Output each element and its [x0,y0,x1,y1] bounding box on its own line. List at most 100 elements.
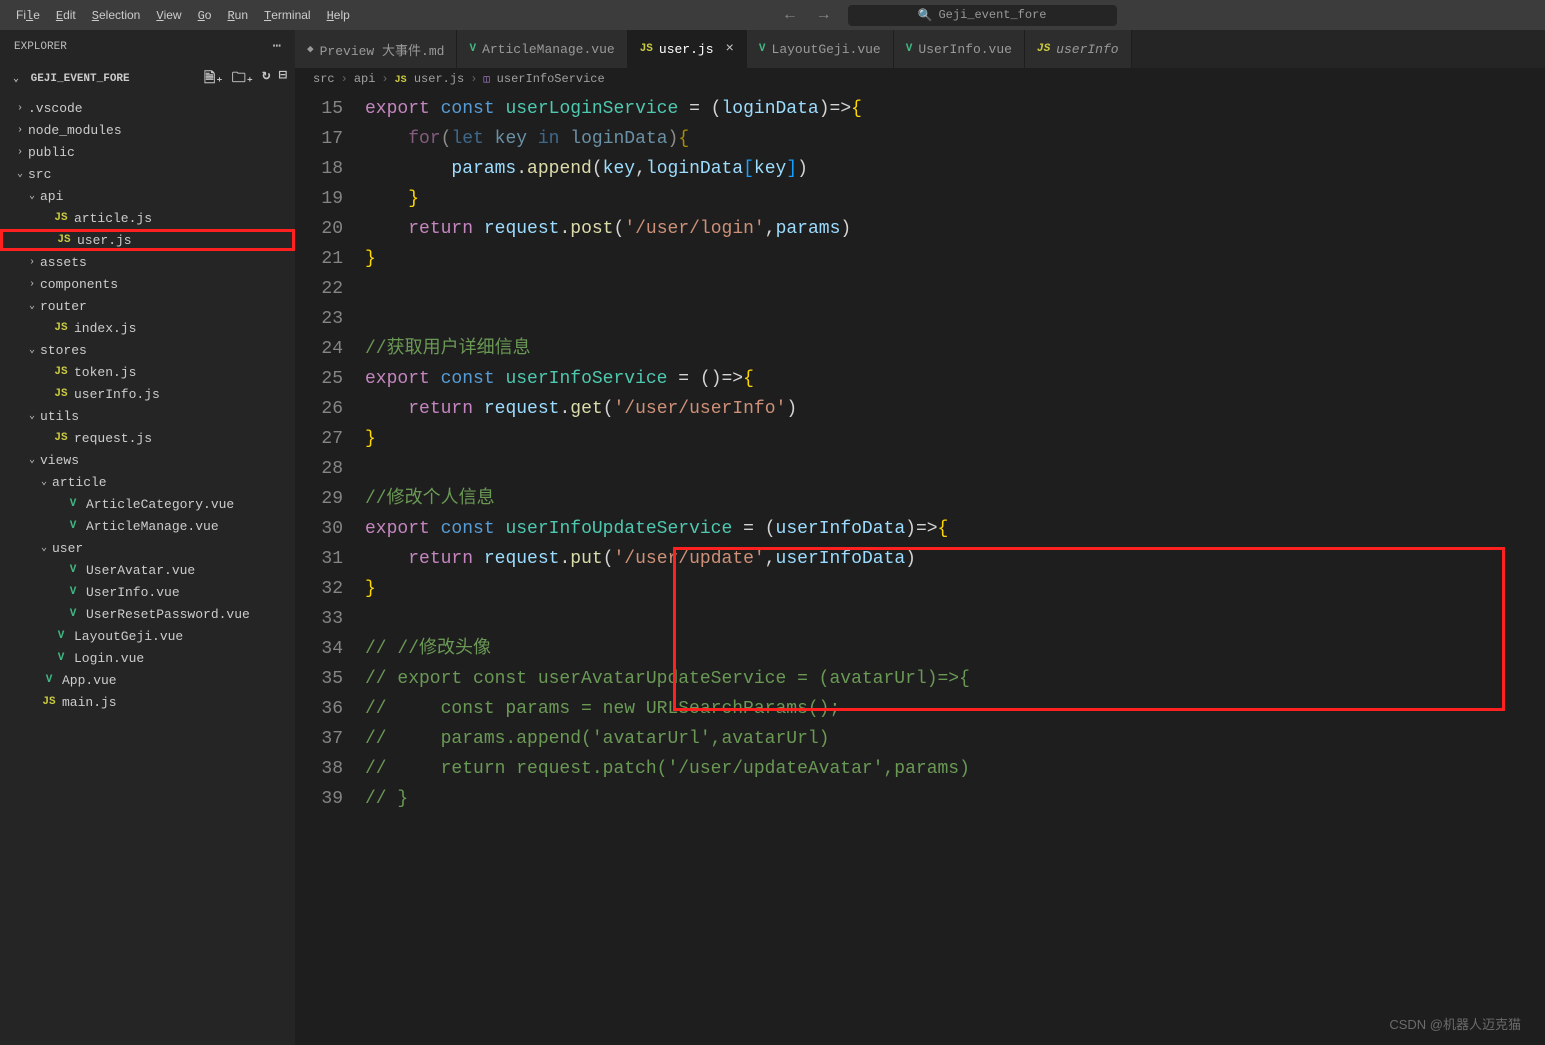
tab-preview-大事件-md[interactable]: ◆Preview 大事件.md [295,30,457,68]
refresh-icon[interactable]: ↻ [262,67,270,91]
tree-item-api[interactable]: ⌄api [0,185,295,207]
tab-layoutgeji-vue[interactable]: VLayoutGeji.vue [747,30,894,68]
tree-item--vscode[interactable]: ›.vscode [0,97,295,119]
code-line[interactable]: 19 } [295,184,1545,214]
tab-label: UserInfo.vue [918,42,1012,57]
line-number: 31 [295,544,365,574]
code-line[interactable]: 20 return request.post('/user/login',par… [295,214,1545,244]
tree-item-assets[interactable]: ›assets [0,251,295,273]
code-line[interactable]: 15export const userLoginService = (login… [295,94,1545,124]
editor-tabs: ◆Preview 大事件.mdVArticleManage.vueJSuser.… [295,30,1545,68]
tree-item-components[interactable]: ›components [0,273,295,295]
tab-label: userInfo [1056,42,1118,57]
tab-articlemanage-vue[interactable]: VArticleManage.vue [457,30,627,68]
tree-item-useravatar-vue[interactable]: VUserAvatar.vue [0,559,295,581]
vue-icon: V [469,43,476,55]
menu-go[interactable]: Go [190,4,220,27]
menu-view[interactable]: View [148,4,189,27]
chevron-icon: ⌄ [36,476,52,488]
tree-item-main-js[interactable]: JSmain.js [0,691,295,713]
tree-item-stores[interactable]: ⌄stores [0,339,295,361]
code-editor[interactable]: 15export const userLoginService = (login… [295,90,1545,1045]
tree-item-user-js[interactable]: JSuser.js [0,229,295,251]
menubar: FileEditSelectionViewGoRunTerminalHelp ←… [0,0,1545,30]
tree-item-articlecategory-vue[interactable]: VArticleCategory.vue [0,493,295,515]
explorer-more-icon[interactable]: ⋯ [273,38,281,55]
tree-item-userresetpassword-vue[interactable]: VUserResetPassword.vue [0,603,295,625]
code-line[interactable]: 28 [295,454,1545,484]
tree-item-userinfo-vue[interactable]: VUserInfo.vue [0,581,295,603]
new-file-icon[interactable]: 🗎₊ [204,67,224,91]
project-header[interactable]: ⌄ GEJI_EVENT_FORE 🗎₊ 🗀₊ ↻ ⊟ [0,63,295,95]
tab-user-js[interactable]: JSuser.js× [628,30,747,68]
tree-label: assets [40,255,87,270]
code-line[interactable]: 17 for(let key in loginData){ [295,124,1545,154]
tree-item-node_modules[interactable]: ›node_modules [0,119,295,141]
code-line[interactable]: 18 params.append(key,loginData[key]) [295,154,1545,184]
menu-run[interactable]: Run [219,4,256,27]
tree-item-login-vue[interactable]: VLogin.vue [0,647,295,669]
tree-item-token-js[interactable]: JStoken.js [0,361,295,383]
collapse-icon[interactable]: ⊟ [279,67,287,91]
code-line[interactable]: 38// return request.patch('/user/updateA… [295,754,1545,784]
new-folder-icon[interactable]: 🗀₊ [232,67,254,91]
close-icon[interactable]: × [726,41,734,57]
tree-item-layoutgeji-vue[interactable]: VLayoutGeji.vue [0,625,295,647]
tree-item-views[interactable]: ⌄views [0,449,295,471]
tree-item-userinfo-js[interactable]: JSuserInfo.js [0,383,295,405]
code-line[interactable]: 25export const userInfoService = ()=>{ [295,364,1545,394]
tab-userinfo-vue[interactable]: VUserInfo.vue [894,30,1025,68]
breadcrumb-part[interactable]: api [354,72,376,86]
breadcrumb-part[interactable]: ◫ userInfoService [483,72,604,86]
breadcrumb-part[interactable]: JS user.js [395,72,465,86]
code-line[interactable]: 36// const params = new URLSearchParams(… [295,694,1545,724]
search-icon: 🔍 [918,8,933,23]
tree-item-public[interactable]: ›public [0,141,295,163]
nav-forward-icon[interactable]: → [813,4,835,26]
code-line[interactable]: 37// params.append('avatarUrl',avatarUrl… [295,724,1545,754]
code-line[interactable]: 31 return request.put('/user/update',use… [295,544,1545,574]
line-number: 23 [295,304,365,334]
nav-back-icon[interactable]: ← [779,4,801,26]
code-line[interactable]: 32} [295,574,1545,604]
line-number: 34 [295,634,365,664]
code-line[interactable]: 35// export const userAvatarUpdateServic… [295,664,1545,694]
tree-item-user[interactable]: ⌄user [0,537,295,559]
tree-item-articlemanage-vue[interactable]: VArticleManage.vue [0,515,295,537]
code-line[interactable]: 39// } [295,784,1545,814]
menu-help[interactable]: Help [319,4,358,27]
tree-item-router[interactable]: ⌄router [0,295,295,317]
line-number: 39 [295,784,365,814]
code-line[interactable]: 33 [295,604,1545,634]
code-text: export const userInfoService = ()=>{ [365,364,1545,394]
vue-icon: V [64,608,82,620]
code-line[interactable]: 30export const userInfoUpdateService = (… [295,514,1545,544]
tree-item-src[interactable]: ⌄src [0,163,295,185]
tree-item-index-js[interactable]: JSindex.js [0,317,295,339]
breadcrumbs[interactable]: src›api›JS user.js›◫ userInfoService [295,68,1545,90]
code-line[interactable]: 26 return request.get('/user/userInfo') [295,394,1545,424]
tree-item-request-js[interactable]: JSrequest.js [0,427,295,449]
tree-item-article[interactable]: ⌄article [0,471,295,493]
code-line[interactable]: 23 [295,304,1545,334]
code-line[interactable]: 27} [295,424,1545,454]
tree-item-article-js[interactable]: JSarticle.js [0,207,295,229]
menu-file[interactable]: File [8,4,48,27]
menu-edit[interactable]: Edit [48,4,84,27]
tree-item-app-vue[interactable]: VApp.vue [0,669,295,691]
code-line[interactable]: 34// //修改头像 [295,634,1545,664]
command-search[interactable]: 🔍 Geji_event_fore [847,4,1118,27]
md-icon: ◆ [307,42,314,56]
tree-item-utils[interactable]: ⌄utils [0,405,295,427]
code-line[interactable]: 21} [295,244,1545,274]
menu-selection[interactable]: Selection [84,4,149,27]
code-text: export const userInfoUpdateService = (us… [365,514,1545,544]
code-text: params.append(key,loginData[key]) [365,154,1545,184]
menu-terminal[interactable]: Terminal [256,4,319,27]
tab-userinfo[interactable]: JSuserInfo [1025,30,1132,68]
code-line[interactable]: 24//获取用户详细信息 [295,334,1545,364]
code-text [365,274,1545,304]
code-line[interactable]: 22 [295,274,1545,304]
breadcrumb-part[interactable]: src [313,72,335,86]
code-line[interactable]: 29//修改个人信息 [295,484,1545,514]
